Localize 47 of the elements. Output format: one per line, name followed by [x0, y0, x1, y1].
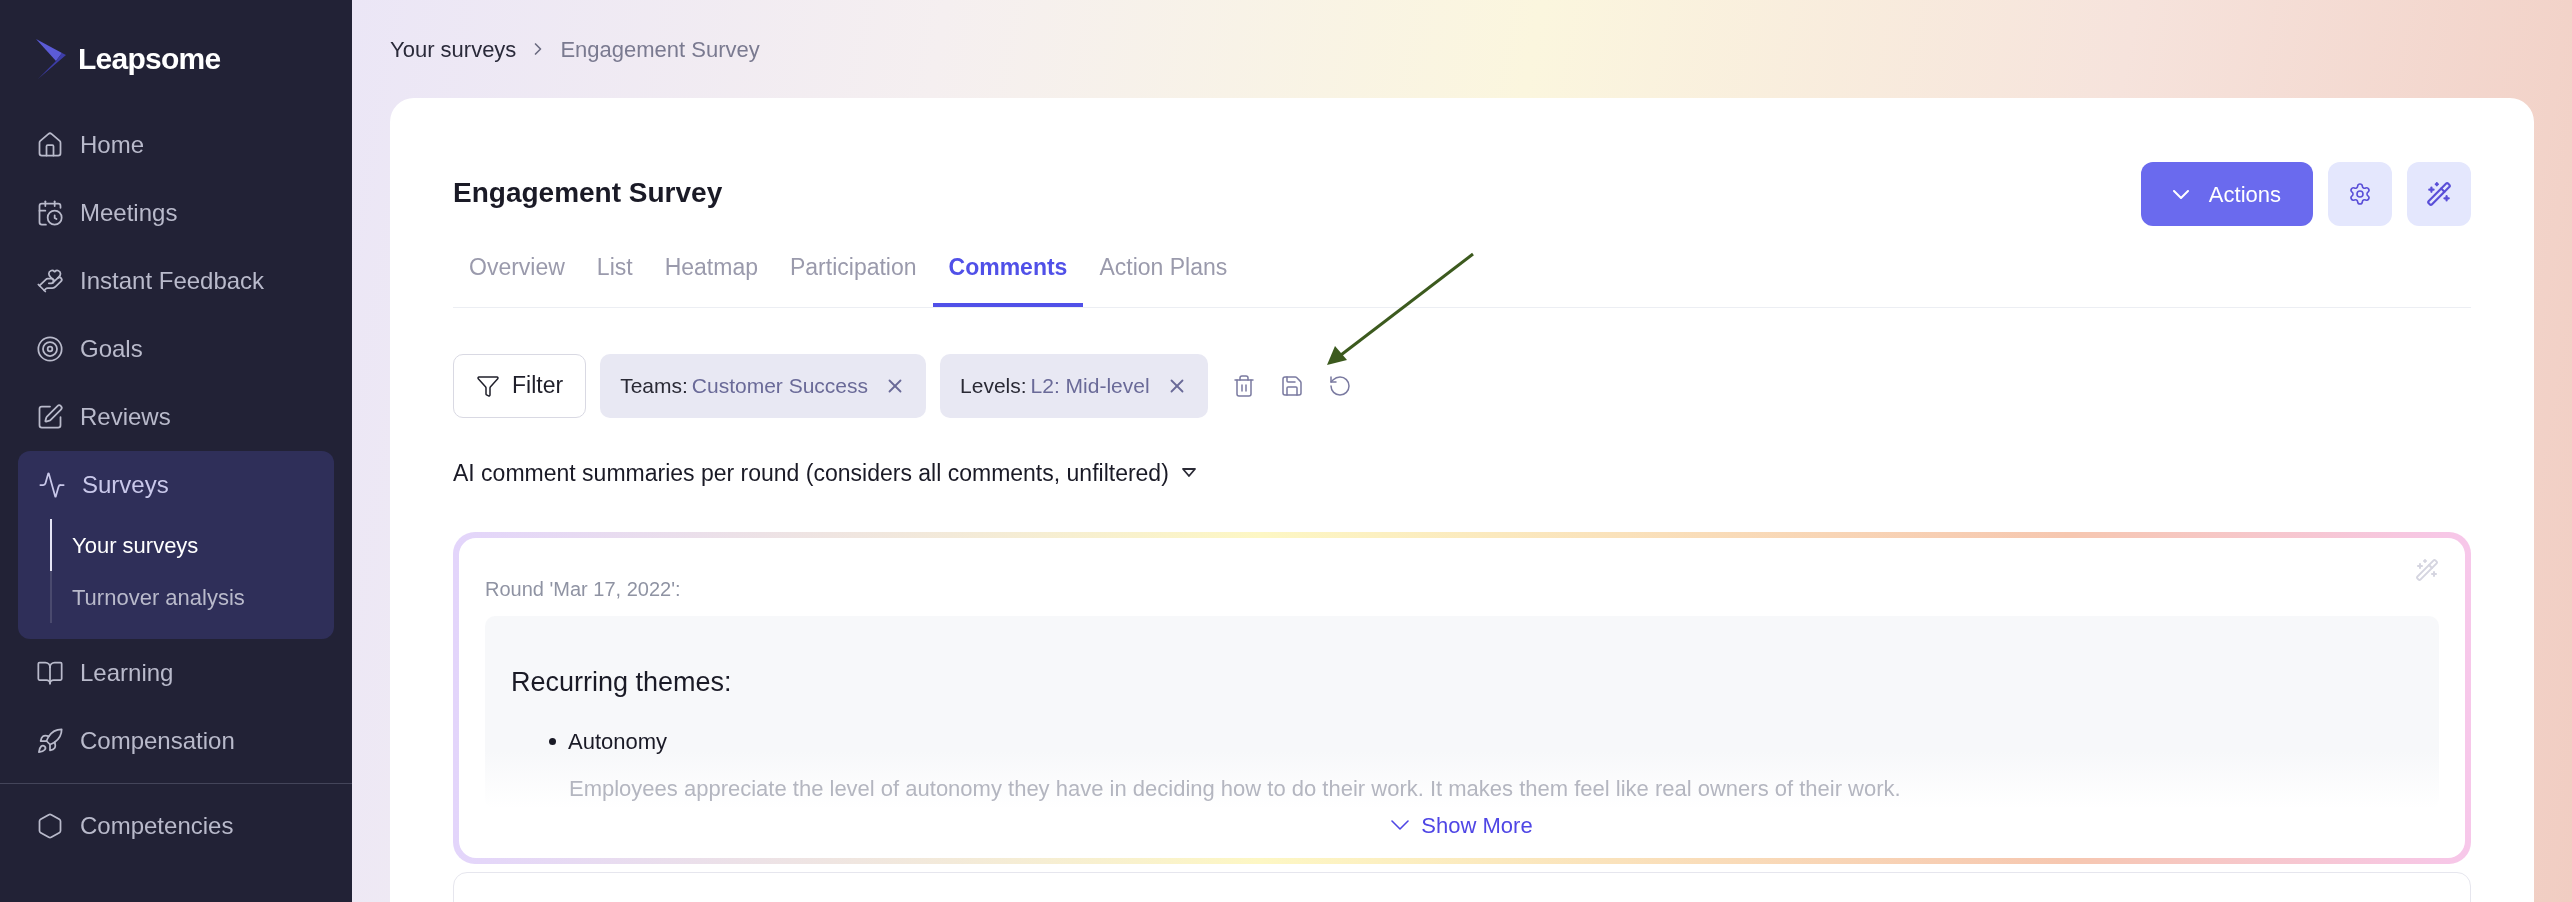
pulse-icon — [38, 471, 66, 499]
bullet-icon — [549, 737, 556, 745]
save-icon[interactable] — [1279, 373, 1304, 398]
filter-label: Teams: Customer Success — [620, 372, 869, 399]
magic-wand-icon — [2426, 181, 2452, 207]
house-icon — [36, 131, 64, 159]
sidebar-item[interactable]: Meetings — [18, 179, 334, 247]
round-label: Round 'Mar 17, 2022': — [485, 577, 681, 602]
book-icon — [36, 659, 64, 687]
sidebar-item[interactable]: Learning — [18, 639, 334, 707]
calendar-icon — [36, 199, 64, 227]
sidebar-item[interactable]: Competencies — [18, 792, 334, 860]
magic-wand-icon — [2415, 558, 2439, 582]
chevron-down-icon — [2172, 189, 2189, 199]
filter-button[interactable]: Filter — [453, 353, 587, 418]
theme-title: Autonomy — [568, 727, 668, 756]
chevron-down-icon — [1391, 820, 1410, 830]
sidebar-item[interactable]: Instant Feedback — [18, 247, 334, 315]
sidebar-item[interactable]: Goals — [18, 315, 334, 383]
sidebar-item[interactable]: Surveys — [18, 451, 334, 519]
logo-text: Leapsome — [78, 41, 221, 77]
hand-heart-icon — [36, 267, 64, 295]
tab[interactable]: Comments — [932, 246, 1084, 307]
theme-description: Employees appreciate the level of autonomy they have in deciding how to do their work. It makes them feel like real owners of their work. — [569, 774, 1902, 803]
sidebar-item[interactable]: Compensation — [18, 707, 334, 775]
pen-square-icon — [36, 403, 64, 431]
funnel-icon — [476, 373, 500, 398]
reset-icon[interactable] — [1327, 373, 1352, 398]
dropdown-triangle-icon[interactable] — [1180, 467, 1197, 478]
page-title: Engagement Survey — [453, 176, 723, 210]
settings-icon — [2348, 182, 2372, 206]
filter-label: Levels: L2: Mid-level — [960, 372, 1150, 399]
summary-heading: Recurring themes: — [511, 666, 733, 699]
sidebar-item[interactable]: Home — [18, 111, 334, 179]
summaries-heading: AI comment summaries per round (considers all comments, unfiltered) — [453, 458, 1169, 488]
rocket-icon — [36, 727, 64, 755]
sidebar-subitem[interactable]: Turnover analysis — [50, 571, 334, 623]
hexagon-icon — [36, 812, 64, 840]
sidebar-item[interactable]: Reviews — [18, 383, 334, 451]
magic-wand-button[interactable] — [2407, 162, 2471, 226]
settings-button[interactable] — [2328, 162, 2392, 226]
trash-icon[interactable] — [1231, 373, 1256, 398]
actions-button[interactable]: Actions — [2140, 162, 2313, 226]
sidebar-subitem[interactable]: Your surveys — [50, 519, 334, 571]
target-icon — [36, 335, 64, 363]
show-more-button[interactable]: Show More — [1391, 808, 1533, 850]
breadcrumb-link[interactable]: Your surveys — [390, 32, 517, 66]
